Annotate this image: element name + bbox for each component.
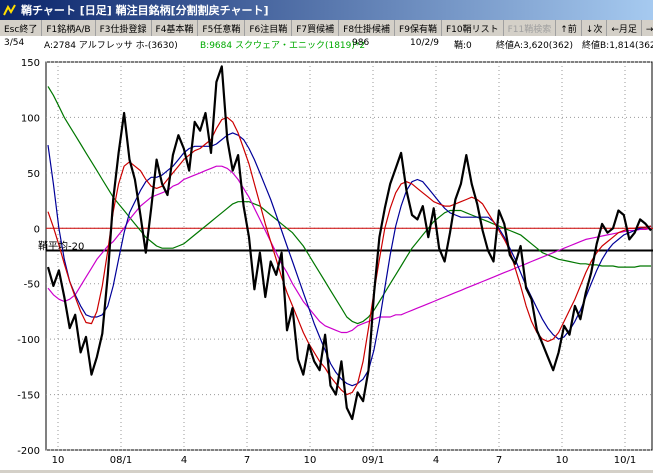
y-tick-label: -50 [24,280,40,291]
chart-grid [45,61,653,451]
toolbar-button[interactable]: F4基本鞘 [152,20,199,36]
spread-chart[interactable]: 150 100 50 0 -50 -100 -150 -200 10 08/1 4 7 10 09/1 4 7… [0,52,653,470]
threshold-label: 鞘平均-20 [38,239,84,252]
stock-b-label: B:9684 スクウェア・エニック(1819)*2 [200,41,366,51]
function-toolbar: Esc終了 F1銘柄A/B F3仕掛登録 F4基本鞘 F5任意鞘 F6注目鞘 F7買候補 F8… [0,20,653,37]
x-tick-label: 10 [52,455,65,466]
toolbar-button[interactable]: F10鞘リスト [442,20,504,36]
series-ma-long [47,165,652,334]
close-a-value: 終値A:3,620(362) [496,41,573,51]
y-tick-label: -100 [17,335,40,346]
toolbar-button[interactable]: F11鞘検索 [504,20,557,36]
title-bar: 鞘チャート [日足] 鞘注目銘柄[分割割戻チャート] [0,0,653,20]
x-tick-label: 10 [556,455,569,466]
position-counter: 3/54 [4,38,25,48]
y-tick-label: -200 [17,446,40,457]
x-tick-label: 10 [304,455,317,466]
toolbar-button[interactable]: F3仕掛登録 [96,20,152,36]
toolbar-button[interactable]: F9保有鞘 [395,20,442,36]
y-tick-label: 100 [21,113,40,124]
app-icon [3,4,16,16]
close-b-value: 終値B:1,814(362) [582,41,653,51]
toolbar-button[interactable]: F1銘柄A/B [42,20,96,36]
chart-series [46,65,652,421]
window-title: 鞘チャート [日足] 鞘注目銘柄[分割割戻チャート] [21,4,269,17]
toolbar-button[interactable]: Esc終了 [0,20,43,36]
x-tick-label: 7 [496,455,502,466]
toolbar-button[interactable]: ↓次 [582,20,608,36]
x-tick-label: 4 [181,455,187,466]
x-tick-label: 08/1 [110,455,132,466]
y-tick-label: -150 [17,391,40,402]
date-value: 10/2/9 [410,38,439,48]
stock-a-label: A:2784 アルフレッサ ホ-(3630) [44,41,178,51]
y-tick-label: 150 [21,58,40,69]
toolbar-button[interactable]: F6注目鞘 [245,20,293,36]
chart-labels: 150 100 50 0 -50 -100 -150 -200 10 08/1 4 7 10 09/1 4 7… [17,58,636,466]
x-tick-label: 10/1 [614,455,636,466]
x-tick-label: 7 [244,455,250,466]
toolbar-button[interactable]: F8仕掛候補 [339,20,396,36]
toolbar-button[interactable]: ←月足 [607,20,642,36]
info-bar: 3/54 A:2784 アルフレッサ ホ-(3630) B:9684 スクウェア… [0,36,653,53]
chart-area[interactable]: 150 100 50 0 -50 -100 -150 -200 10 08/1 4 7 10 09/1 4 7… [0,52,653,470]
y-tick-label: 50 [27,169,40,180]
plot-frame [45,61,653,451]
y-tick-label: 0 [34,224,40,235]
series-spread [46,65,652,421]
ratio-value: 鞘:0 [454,41,472,51]
series-ma-short [47,116,652,396]
x-tick-label: 09/1 [362,455,384,466]
toolbar-button[interactable]: F7買候補 [292,20,340,36]
number-value: 986 [352,38,370,48]
toolbar-button[interactable]: →週足 [642,20,653,36]
x-tick-label: 4 [433,455,439,466]
toolbar-button[interactable]: ↑前 [556,20,582,36]
toolbar-button[interactable]: F5任意鞘 [198,20,246,36]
